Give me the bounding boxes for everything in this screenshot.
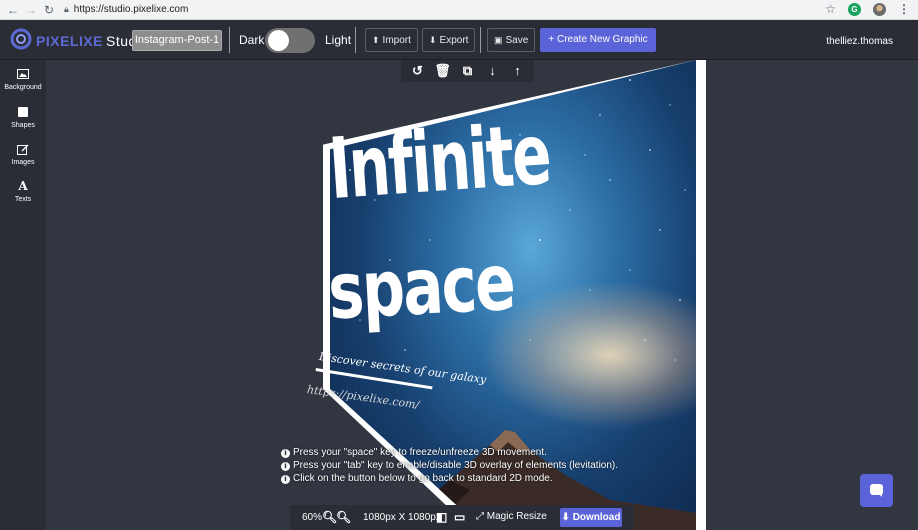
sidebar-label: Images [11, 159, 35, 166]
dark-label: Dark [239, 33, 265, 47]
toggle-knob [268, 30, 289, 51]
export-label: Export [439, 35, 469, 46]
pixelixe-logo-icon [10, 28, 32, 50]
download-label: Download [572, 512, 621, 523]
address-bar[interactable]: https://studio.pixelixe.com [74, 4, 189, 15]
sidebar: Background Shapes Images A Texts [0, 60, 46, 530]
bottom-toolbar: 60% 🔍︎ 🔍︎ 1080px X 1080px ◧ ▭ ⤢ Magic Re… [290, 505, 634, 530]
instruction-line: i Press your "tab" key to enable/disable … [281, 459, 618, 472]
arrow-up-icon[interactable]: ↑ [509, 60, 527, 82]
chat-bubble-tail [878, 493, 882, 497]
import-button[interactable]: ⬆ Import [365, 28, 418, 52]
url-text: https://studio.pixelixe.com [73, 4, 189, 15]
theme-toggle[interactable] [265, 28, 315, 53]
instruction-line: i Press your "space" key to freeze/unfree… [281, 446, 618, 459]
grammarly-extension-icon[interactable]: G [848, 2, 861, 16]
magic-resize-button[interactable]: ⤢ Magic Resize [476, 511, 547, 522]
instructions-overlay: i Press your "space" key to freeze/unfree… [281, 446, 618, 485]
export-button[interactable]: ⬇ Export [422, 28, 476, 52]
poster-title-line1[interactable]: Infinite [326, 105, 553, 219]
document-name-field[interactable]: Instagram-Post-1 [132, 30, 222, 51]
sidebar-item-shapes[interactable]: Shapes [0, 106, 46, 129]
canvas-size: 1080px X 1080px [363, 512, 441, 523]
info-icon: i [281, 462, 290, 471]
arrow-down-icon[interactable]: ↓ [484, 60, 502, 82]
sidebar-item-texts[interactable]: A Texts [0, 180, 46, 203]
instruction-line: i Click on the button below to go back to… [281, 472, 618, 485]
light-label: Light [325, 33, 352, 47]
floppy-icon: ▣ [494, 35, 503, 45]
info-icon: i [281, 449, 290, 458]
upload-icon: ⬆ [372, 35, 380, 45]
instruction-text: Press your "space" key to freeze/unfreez… [293, 447, 547, 458]
zoom-in-icon[interactable]: 🔍︎ [336, 510, 351, 524]
divider [480, 27, 481, 53]
magic-resize-label: Magic Resize [486, 511, 547, 522]
chat-button[interactable] [860, 474, 893, 507]
bookmark-star-icon[interactable]: ☆ [825, 2, 836, 16]
info-icon: i [281, 475, 290, 484]
duplicate-icon[interactable]: ⧉ [459, 60, 477, 82]
rotate-icon[interactable]: ↺ [409, 60, 427, 82]
text-icon: A [18, 179, 28, 193]
download-button[interactable]: ⬇ Download [560, 508, 622, 527]
app-header: PIXELIXE Studio Instagram-Post-1 Dark Lig… [0, 20, 918, 60]
square-icon [18, 107, 28, 117]
monitor-icon[interactable]: ▭ [454, 510, 465, 524]
divider [229, 27, 230, 53]
resize-icon: ⤢ [476, 511, 487, 522]
sidebar-label: Shapes [11, 122, 35, 129]
sidebar-label: Texts [14, 196, 32, 203]
user-name[interactable]: thelliez.thomas [826, 36, 893, 47]
download-icon: ⬇ [561, 512, 573, 523]
logo-brand: PIXELIXE [36, 33, 104, 49]
image-icon [17, 69, 29, 79]
save-label: Save [505, 35, 529, 46]
zoom-level: 60% [302, 512, 323, 523]
browser-actions: ☆ G ⋮ [825, 2, 910, 16]
sidebar-item-background[interactable]: Background [0, 68, 46, 91]
reload-icon[interactable]: ↻ [40, 0, 58, 20]
create-new-graphic-button[interactable]: + Create New Graphic [540, 28, 656, 52]
divider [355, 27, 356, 53]
sidebar-item-images[interactable]: Images [0, 143, 46, 166]
sidebar-label: Background [4, 84, 42, 91]
poster-title-line2[interactable]: space [326, 237, 516, 338]
cube-3d-icon[interactable]: ◧ [436, 510, 447, 524]
lock-icon: 🔒︎ [64, 4, 69, 14]
instruction-text: Press your "tab" key to enable/disable 3… [293, 460, 619, 471]
import-label: Import [382, 35, 411, 46]
poster-edge [696, 60, 706, 530]
forward-arrow-icon[interactable]: → [22, 0, 40, 20]
zoom-out-icon[interactable]: 🔍︎ [322, 510, 337, 524]
browser-toolbar: ← → ↻ 🔒︎ https://studio.pixelixe.com ☆ G… [0, 0, 918, 20]
download-icon: ⬇ [429, 35, 437, 45]
trash-icon[interactable]: 🗑︎ [434, 60, 452, 82]
element-toolbar: ↺ 🗑︎ ⧉ ↓ ↑ [401, 60, 534, 82]
browser-menu-icon[interactable]: ⋮ [898, 2, 910, 16]
instruction-text: Click on the button below to go back to … [293, 473, 553, 484]
save-button[interactable]: ▣ Save [487, 28, 536, 52]
edit-icon [17, 144, 29, 155]
profile-avatar[interactable] [873, 2, 886, 16]
back-arrow-icon[interactable]: ← [4, 0, 22, 20]
